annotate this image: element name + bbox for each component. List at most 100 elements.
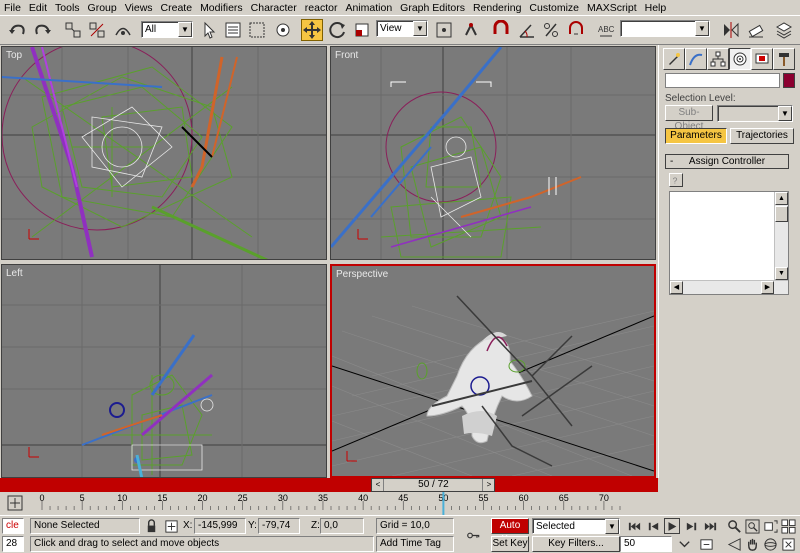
select-and-manipulate-button[interactable]: [460, 19, 482, 41]
bind-space-warp-icon[interactable]: [112, 19, 134, 41]
viewport-perspective[interactable]: Perspective: [330, 264, 656, 478]
x-coordinate-field[interactable]: -145,999: [194, 518, 246, 534]
previous-frame-icon[interactable]: [645, 518, 661, 534]
snaps-toggle-icon[interactable]: [490, 19, 512, 41]
spinner-snap-toggle-icon[interactable]: [565, 19, 587, 41]
menu-graph-editors[interactable]: Graph Editors: [400, 2, 465, 14]
menu-edit[interactable]: Edit: [29, 2, 47, 14]
rectangular-selection-region-button[interactable]: [246, 19, 268, 41]
pan-hand-icon[interactable]: [744, 536, 760, 552]
key-mode-toggle-icon[interactable]: [676, 536, 692, 552]
percent-snap-toggle-icon[interactable]: [540, 19, 562, 41]
sub-object-dropdown[interactable]: ▼: [717, 105, 793, 122]
selection-filter-dropdown[interactable]: All ▼: [141, 21, 193, 38]
display-tab[interactable]: [751, 48, 773, 70]
time-slider-prev-icon[interactable]: <: [372, 479, 385, 491]
next-frame-icon[interactable]: [683, 518, 699, 534]
modify-tab[interactable]: [685, 48, 707, 70]
menu-modifiers[interactable]: Modifiers: [200, 2, 243, 14]
absolute-mode-transform-icon[interactable]: [163, 518, 179, 534]
viewport-label-front[interactable]: Front: [335, 50, 358, 61]
viewport-label-top[interactable]: Top: [6, 50, 22, 61]
menu-maxscript[interactable]: MAXScript: [587, 2, 637, 14]
menu-rendering[interactable]: Rendering: [473, 2, 521, 14]
arc-rotate-icon[interactable]: [762, 536, 778, 552]
object-name-field[interactable]: [665, 73, 780, 88]
angle-snap-toggle-icon[interactable]: [516, 19, 538, 41]
create-tab[interactable]: [663, 48, 685, 70]
object-color-swatch[interactable]: [783, 73, 795, 88]
trajectories-button[interactable]: Trajectories: [730, 128, 794, 144]
maxscript-listener-field[interactable]: cle: [2, 518, 24, 534]
controller-tree-list[interactable]: ▲ ▼ ◀ ▶: [669, 191, 789, 295]
scroll-down-icon[interactable]: ▼: [775, 267, 788, 280]
time-slider-next-icon[interactable]: >: [482, 479, 494, 491]
align-icon[interactable]: [745, 19, 767, 41]
menu-reactor[interactable]: reactor: [305, 2, 338, 14]
layer-manager-icon[interactable]: [773, 19, 795, 41]
menu-file[interactable]: File: [4, 2, 21, 14]
set-key-mode-key-icon[interactable]: [460, 524, 486, 546]
viewport-top[interactable]: Top: [1, 46, 327, 260]
menu-group[interactable]: Group: [88, 2, 117, 14]
undo-button[interactable]: [6, 19, 28, 41]
zoom-all-icon[interactable]: [744, 518, 760, 534]
menu-create[interactable]: Create: [161, 2, 193, 14]
time-configuration-icon[interactable]: [698, 536, 714, 552]
window-crossing-toggle[interactable]: [272, 19, 294, 41]
go-to-end-icon[interactable]: [702, 518, 718, 534]
auto-key-button[interactable]: Auto Key: [491, 518, 529, 545]
select-by-name-button[interactable]: [222, 19, 244, 41]
menu-help[interactable]: Help: [645, 2, 667, 14]
viewport-label-left[interactable]: Left: [6, 268, 23, 279]
edit-named-selection-icon[interactable]: ABC: [595, 19, 617, 41]
tree-horizontal-scrollbar[interactable]: ◀ ▶: [670, 280, 788, 294]
mirror-icon[interactable]: [720, 19, 742, 41]
go-to-start-icon[interactable]: [626, 518, 642, 534]
key-filters-button[interactable]: Key Filters...: [532, 536, 620, 552]
track-bar[interactable]: 0510152025303540455055606570: [0, 492, 800, 515]
sub-object-button[interactable]: Sub-Object: [665, 105, 713, 132]
viewport-left[interactable]: Left: [1, 264, 327, 478]
redo-button[interactable]: [32, 19, 54, 41]
zoom-icon[interactable]: [726, 518, 742, 534]
scroll-thumb[interactable]: [775, 206, 788, 222]
lock-selection-icon[interactable]: [143, 518, 159, 534]
assign-controller-button[interactable]: ?: [669, 173, 683, 187]
select-and-move-button[interactable]: [301, 19, 323, 41]
scroll-up-icon[interactable]: ▲: [775, 192, 788, 205]
maximize-viewport-icon[interactable]: [780, 536, 796, 552]
parameters-button[interactable]: Parameters: [665, 128, 727, 144]
menu-customize[interactable]: Customize: [529, 2, 579, 14]
utilities-tab[interactable]: [773, 48, 795, 70]
menu-tools[interactable]: Tools: [55, 2, 80, 14]
z-coordinate-field[interactable]: 0,0: [320, 518, 364, 534]
scroll-left-icon[interactable]: ◀: [670, 281, 683, 294]
assign-controller-rollout-header[interactable]: - Assign Controller: [665, 154, 789, 169]
select-and-link-icon[interactable]: [62, 19, 84, 41]
tree-vertical-scrollbar[interactable]: ▲ ▼: [774, 192, 788, 294]
set-key-button[interactable]: Set Key: [491, 536, 529, 552]
menu-animation[interactable]: Animation: [345, 2, 392, 14]
key-mode-dropdown[interactable]: Selected ▼: [532, 518, 620, 534]
viewport-label-perspective[interactable]: Perspective: [336, 269, 388, 280]
menu-views[interactable]: Views: [125, 2, 153, 14]
time-slider[interactable]: < 50 / 72 >: [371, 478, 496, 492]
maxscript-listener-number[interactable]: 28: [2, 536, 24, 552]
play-animation-icon[interactable]: [664, 518, 680, 534]
zoom-extents-icon[interactable]: [762, 518, 778, 534]
reference-coordinate-dropdown[interactable]: View ▼: [376, 20, 428, 37]
current-frame-field[interactable]: 50: [620, 536, 672, 552]
zoom-extents-all-icon[interactable]: [780, 518, 796, 534]
unlink-selection-icon[interactable]: [86, 19, 108, 41]
field-of-view-icon[interactable]: [726, 536, 742, 552]
viewport-front[interactable]: Front: [330, 46, 656, 260]
select-object-button[interactable]: [198, 19, 220, 41]
menu-character[interactable]: Character: [251, 2, 297, 14]
motion-tab[interactable]: [729, 48, 751, 70]
pivot-center-button[interactable]: [433, 19, 455, 41]
y-coordinate-field[interactable]: -79,74: [258, 518, 300, 534]
add-time-tag-button[interactable]: Add Time Tag: [376, 536, 454, 552]
named-selection-sets-dropdown[interactable]: ▼: [620, 20, 710, 37]
select-and-scale-button[interactable]: [351, 19, 373, 41]
